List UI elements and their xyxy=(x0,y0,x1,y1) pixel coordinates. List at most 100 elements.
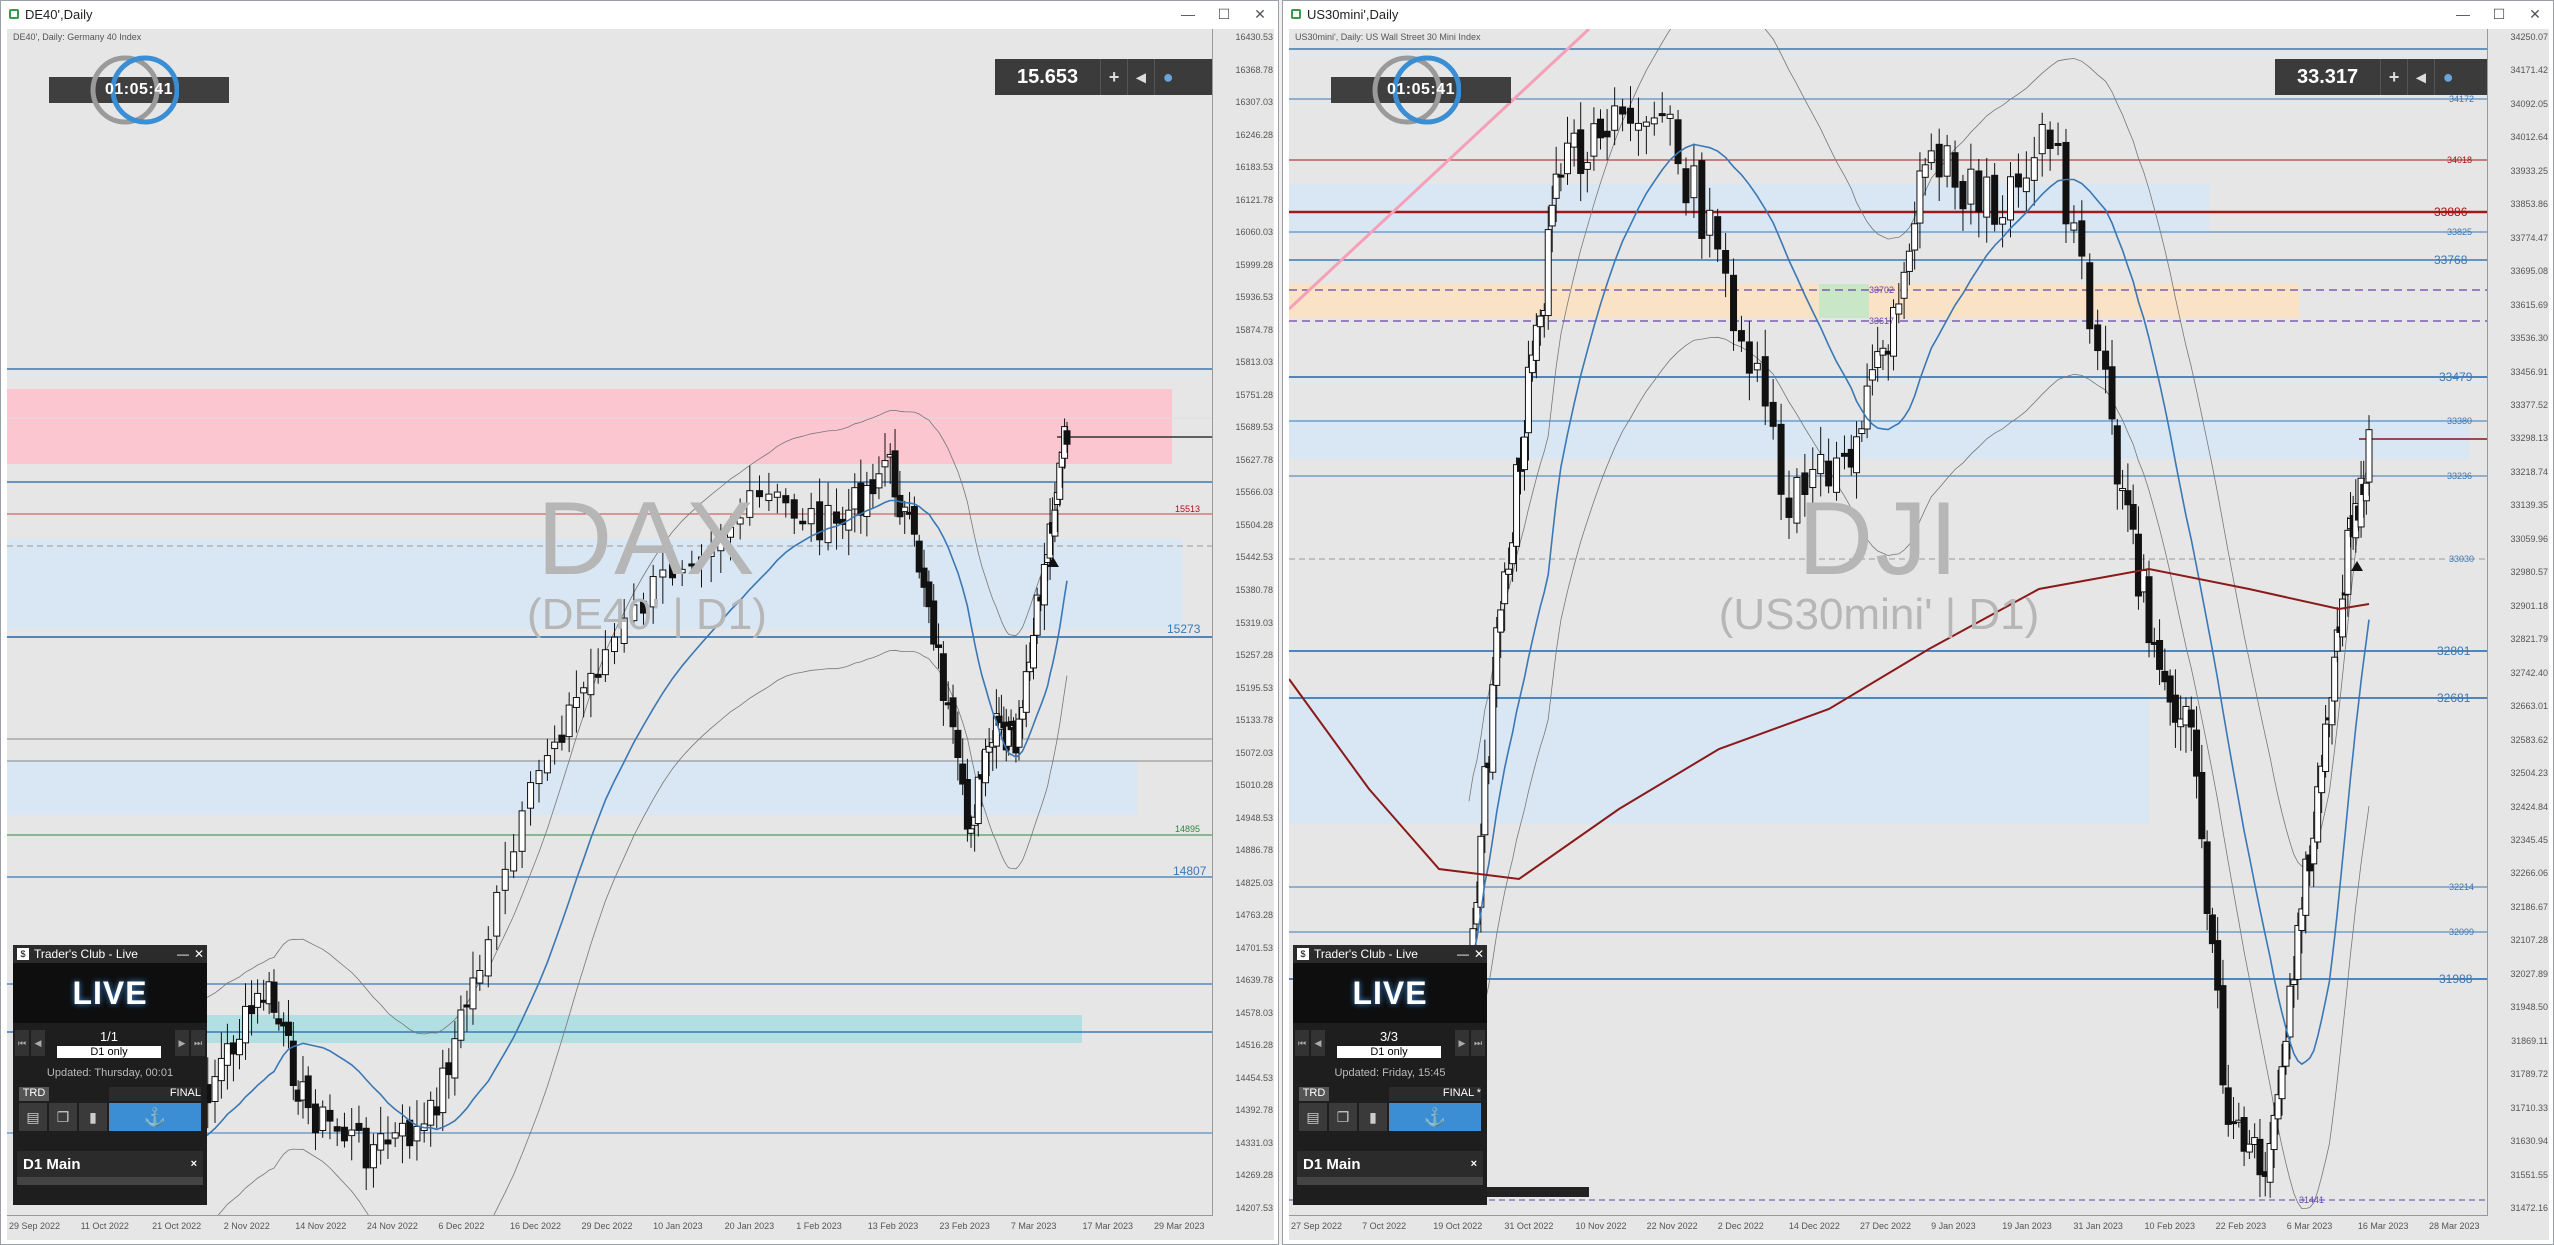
anchor-icon[interactable]: ⚓ xyxy=(109,1103,201,1131)
dji-candle-body xyxy=(2362,482,2370,502)
dji-candle-body xyxy=(1548,204,1556,227)
windows-icon[interactable]: ❐ xyxy=(1329,1103,1357,1131)
dax-candle-body xyxy=(910,506,918,535)
next-page-button[interactable]: ▶ xyxy=(1455,1030,1469,1056)
d1-main-section[interactable]: D1 Main × xyxy=(1297,1151,1483,1177)
prev-page-button[interactable]: ◀ xyxy=(31,1030,45,1056)
price-tick-label: 33218.74 xyxy=(2510,466,2548,477)
next-page-button[interactable]: ▶ xyxy=(175,1030,189,1056)
windows-icon[interactable]: ❐ xyxy=(49,1103,77,1131)
dax-candle-body xyxy=(254,992,262,1008)
first-page-button[interactable]: ⏮ xyxy=(1295,1030,1309,1056)
price-tick-label: 31710.33 xyxy=(2510,1102,2548,1113)
panel-minimize-button[interactable]: — xyxy=(1455,947,1471,961)
price-box: 33.317 + ◂ ● xyxy=(2275,59,2497,95)
maximize-button[interactable]: ☐ xyxy=(2481,6,2517,23)
document-icon[interactable]: ▤ xyxy=(19,1103,47,1131)
globe-icon[interactable]: ● xyxy=(2434,59,2461,95)
prev-page-button[interactable]: ◀ xyxy=(1311,1030,1325,1056)
close-button[interactable]: ✕ xyxy=(1242,6,1278,23)
panel-close-button[interactable]: ✕ xyxy=(1471,947,1487,961)
right-window-titlebar[interactable]: US30mini',Daily — ☐ ✕ xyxy=(1283,1,2553,27)
database-icon[interactable]: ▮ xyxy=(79,1103,107,1131)
panel-header[interactable]: $ Trader's Club - Live — ✕ xyxy=(1293,945,1487,963)
live-banner: LIVE xyxy=(13,963,207,1023)
time-tick-label: 19 Oct 2022 xyxy=(1433,1221,1483,1231)
dji-candle-body xyxy=(1769,401,1777,427)
dji-candle-body xyxy=(2022,177,2030,193)
dji-candle-body xyxy=(1497,609,1505,633)
panel-minimize-button[interactable]: — xyxy=(175,947,191,961)
dax-candle-body xyxy=(1022,671,1030,713)
plus-button[interactable]: + xyxy=(1100,59,1127,95)
dji-candle-body xyxy=(2054,142,2062,146)
first-page-button[interactable]: ⏮ xyxy=(15,1030,29,1056)
plus-button[interactable]: + xyxy=(2380,59,2407,95)
collapse-button[interactable]: ◂ xyxy=(1127,59,1154,95)
maximize-button[interactable]: ☐ xyxy=(1206,6,1242,23)
price-tick-label: 33456.91 xyxy=(2510,366,2548,377)
price-tick-label: 15257.28 xyxy=(1235,650,1273,661)
dji-candle-body xyxy=(2290,979,2298,986)
dji-candle-body xyxy=(1577,129,1585,174)
d1-close-button[interactable]: × xyxy=(1471,1158,1477,1170)
dji-candle-body xyxy=(2014,173,2022,188)
price-tick-label: 16307.03 xyxy=(1235,97,1273,108)
d1-scroll-bar[interactable] xyxy=(17,1177,203,1185)
time-axis[interactable]: 29 Sep 2022 11 Oct 2022 21 Oct 2022 2 Nov 2… xyxy=(7,1215,1212,1240)
time-tick-label: 10 Feb 2023 xyxy=(2144,1221,2196,1231)
page-counter: 1/1 xyxy=(99,1028,119,1044)
time-tick-label: 2 Dec 2022 xyxy=(1717,1221,1764,1231)
price-axis[interactable]: 16430.53 16368.78 16307.03 16246.28 16183.53… xyxy=(1212,29,1274,1216)
price-tick-label: 34250.07 xyxy=(2510,32,2548,42)
panel-pager: ⏮ ◀ 1/1 D1 only ▶ ⏭ xyxy=(13,1023,207,1063)
anchor-icon[interactable]: ⚓ xyxy=(1389,1103,1481,1131)
price-axis[interactable]: 34250.07 34171.42 34092.05 34012.64 33933.25… xyxy=(2487,29,2549,1216)
dji-candle-body xyxy=(2282,1040,2290,1067)
price-tick-label: 14948.53 xyxy=(1235,812,1273,823)
price-tick-label: 15813.03 xyxy=(1235,357,1273,368)
d1-main-section[interactable]: D1 Main × xyxy=(17,1151,203,1177)
dji-candle-body xyxy=(1603,130,1611,138)
level-label: 33702 xyxy=(1869,285,1895,295)
document-icon[interactable]: ▤ xyxy=(1299,1103,1327,1131)
dji-candle-body xyxy=(1951,152,1959,188)
time-tick-label: 10 Jan 2023 xyxy=(653,1221,703,1231)
dji-candle-body xyxy=(2108,366,2116,420)
dji-candle-body xyxy=(1627,107,1635,124)
panel-title: Trader's Club - Live xyxy=(1314,947,1418,961)
collapse-button[interactable]: ◂ xyxy=(2407,59,2434,95)
price-tick-label: 31789.72 xyxy=(2510,1069,2548,1080)
right-window-title: US30mini',Daily xyxy=(1307,6,1399,22)
watermark-main: DAX xyxy=(537,481,757,597)
price-tick-label: 32821.79 xyxy=(2510,634,2548,645)
left-window-titlebar[interactable]: DE40',Daily — ☐ ✕ xyxy=(1,1,1278,27)
minimize-button[interactable]: — xyxy=(1170,6,1206,22)
dax-candle-body xyxy=(543,755,551,774)
panel-header[interactable]: $ Trader's Club - Live — ✕ xyxy=(13,945,207,963)
time-tick-label: 14 Dec 2022 xyxy=(1788,1221,1840,1231)
dark-box-marker xyxy=(1479,1187,1589,1197)
close-button[interactable]: ✕ xyxy=(2517,6,2553,23)
dax-candle-body xyxy=(1030,635,1038,669)
dji-candle-body xyxy=(2328,697,2336,726)
last-page-button[interactable]: ⏭ xyxy=(1471,1030,1485,1056)
dji-candle-body xyxy=(2145,576,2153,644)
d1-close-button[interactable]: × xyxy=(191,1158,197,1170)
database-icon[interactable]: ▮ xyxy=(1359,1103,1387,1131)
price-tick-label: 14207.53 xyxy=(1235,1203,1273,1213)
d1-scroll-bar[interactable] xyxy=(1297,1177,1483,1185)
dax-candle-body xyxy=(377,1133,385,1151)
dax-candle-body xyxy=(355,1122,363,1131)
last-page-button[interactable]: ⏭ xyxy=(191,1030,205,1056)
level-label: 33886 xyxy=(2434,205,2468,219)
time-axis[interactable]: 27 Sep 2022 7 Oct 2022 19 Oct 2022 31 Oct 2… xyxy=(1289,1215,2487,1240)
dji-candle-body xyxy=(1895,303,1903,315)
dji-candle-body xyxy=(1967,168,1975,205)
globe-icon[interactable]: ● xyxy=(1154,59,1181,95)
time-tick-label: 22 Feb 2023 xyxy=(2215,1221,2267,1231)
level-label: 33236 xyxy=(2447,471,2473,481)
level-label: 33825 xyxy=(2447,227,2473,237)
panel-close-button[interactable]: ✕ xyxy=(191,947,207,961)
minimize-button[interactable]: — xyxy=(2445,6,2481,22)
